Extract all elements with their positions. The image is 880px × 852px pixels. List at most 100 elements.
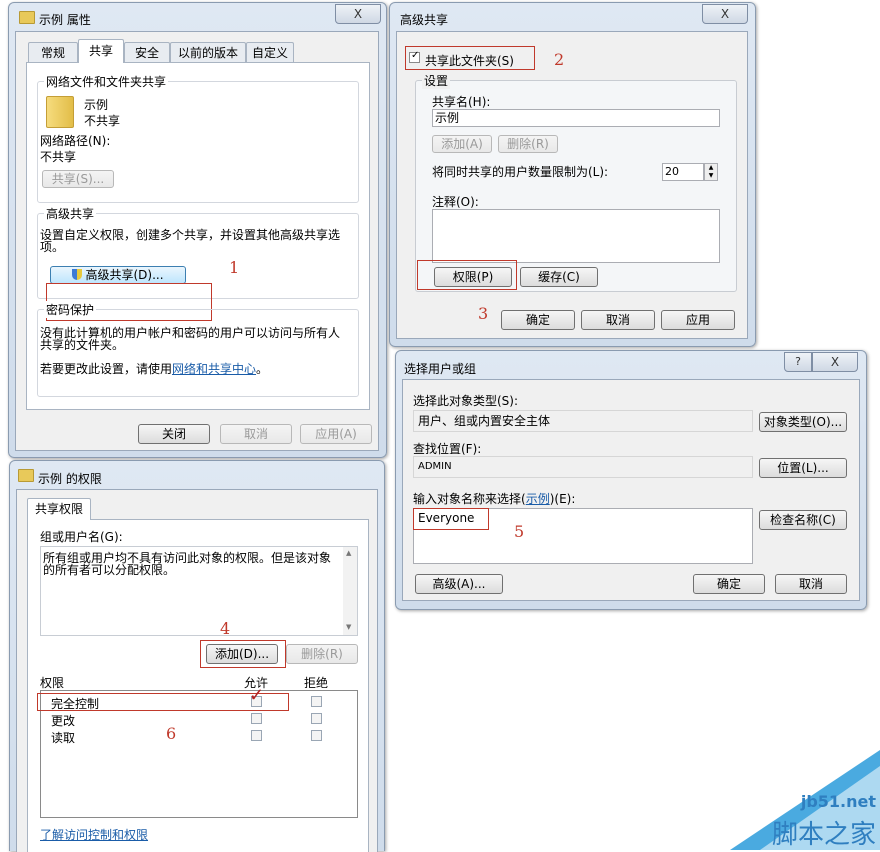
permissions-label: 权限 (40, 676, 65, 690)
remove-share-button[interactable]: 删除(R) (498, 135, 558, 153)
folder-large-icon (46, 96, 74, 128)
network-path-value: 不共享 (40, 150, 77, 164)
arrow-down-icon: ▼ (708, 172, 714, 179)
location-field: ADMIN (413, 456, 753, 478)
deny-read-checkbox[interactable] (311, 730, 322, 741)
enter-names-label: 输入对象名称来选择(示例)(E): (413, 490, 575, 507)
share-folder-label: 共享此文件夹(S) (425, 54, 514, 68)
advanced-description-2: 项。 (40, 240, 65, 254)
advanced-sharing-label: 高级共享(D)... (85, 268, 164, 282)
access-control-help-link[interactable]: 了解访问控制和权限 (40, 826, 148, 843)
perm-row-full-control: 完全控制 (51, 697, 100, 711)
group-label: 设置 (422, 72, 451, 89)
select-users-window: 选择用户或组 ? X 选择此对象类型(S): 用户、组或内置安全主体 对象类型(… (395, 350, 867, 610)
add-share-button[interactable]: 添加(A) (432, 135, 492, 153)
network-center-link[interactable]: 网络和共享中心 (172, 362, 256, 376)
object-types-button[interactable]: 对象类型(O)... (759, 412, 847, 432)
add-user-button[interactable]: 添加(D)... (206, 644, 278, 664)
window-title: 选择用户或组 (404, 362, 477, 376)
advanced-sharing-button[interactable]: 高级共享(D)... (50, 266, 186, 284)
password-protection-group: 密码保护 没有此计算机的用户帐户和密码的用户可以访问与所有人 共享的文件夹。 若… (37, 301, 359, 397)
cache-button[interactable]: 缓存(C) (520, 267, 598, 287)
ok-button[interactable]: 确定 (693, 574, 765, 594)
allow-read-checkbox[interactable] (251, 730, 262, 741)
advanced-client: ✓ 共享此文件夹(S) 设置 共享名(H): 示例 添加(A) 删除(R) 将同… (396, 31, 748, 339)
enter-names-suffix: )(E): (549, 492, 576, 506)
share-name-input[interactable]: 示例 (432, 109, 720, 127)
watermark-domain: jb51.net (800, 792, 876, 811)
properties-client: 常规 共享 安全 以前的版本 自定义 网络文件和文件夹共享 示例 不共享 网络路… (15, 31, 379, 451)
properties-titlebar: 示例 属性 X (9, 3, 386, 33)
cancel-button[interactable]: 取消 (581, 310, 655, 330)
close-button[interactable]: X (812, 352, 858, 372)
comment-input[interactable] (432, 209, 720, 263)
close-button[interactable]: X (335, 4, 381, 24)
locations-button[interactable]: 位置(L)... (759, 458, 847, 478)
select-client: 选择此对象类型(S): 用户、组或内置安全主体 对象类型(O)... 查找位置(… (402, 379, 860, 601)
folder-icon (19, 11, 35, 24)
annotation-box-3 (417, 260, 517, 290)
close-dialog-button[interactable]: 关闭 (138, 424, 210, 444)
user-limit-label: 将同时共享的用户数量限制为(L): (432, 165, 609, 179)
share-button[interactable]: 共享(S)... (42, 170, 114, 188)
tab-general[interactable]: 常规 (28, 42, 78, 62)
properties-window: 示例 属性 X 常规 共享 安全 以前的版本 自定义 网络文件和文件夹共享 示例… (8, 2, 387, 458)
help-button[interactable]: ? (784, 352, 812, 372)
remove-user-button[interactable]: 删除(R) (286, 644, 358, 664)
close-icon: X (830, 355, 840, 369)
apply-button[interactable]: 应用 (661, 310, 735, 330)
password-text-3: 若要更改此设置，请使用网络和共享中心。 (40, 360, 268, 377)
list-scrollbar[interactable]: ▲ ▼ (343, 547, 357, 635)
arrow-up-icon: ▲ (708, 164, 714, 171)
help-icon: ? (795, 355, 801, 368)
advanced-description: 设置自定义权限，创建多个共享，并设置其他高级共享选 (40, 228, 341, 242)
annotation-1: 1 (229, 258, 240, 277)
advanced-button[interactable]: 高级(A)... (415, 574, 503, 594)
allow-change-checkbox[interactable] (251, 713, 262, 724)
tab-custom[interactable]: 自定义 (246, 42, 294, 62)
object-type-label: 选择此对象类型(S): (413, 394, 519, 408)
deny-change-checkbox[interactable] (311, 713, 322, 724)
cancel-button[interactable]: 取消 (775, 574, 847, 594)
share-name-label: 共享名(H): (432, 95, 491, 109)
deny-full-control-checkbox[interactable] (311, 696, 322, 707)
tab-previous-versions[interactable]: 以前的版本 (170, 42, 246, 62)
share-folder-checkbox[interactable]: ✓ (409, 50, 420, 63)
network-sharing-group: 网络文件和文件夹共享 示例 不共享 网络路径(N): 不共享 共享(S)... (37, 73, 359, 203)
permissions-list: 完全控制 ✓ 更改 读取 (37, 685, 358, 818)
ok-button[interactable]: 确定 (501, 310, 575, 330)
group-label: 高级共享 (44, 205, 97, 222)
share-permissions-panel: 组或用户名(G): 所有组或用户均不具有访问此对象的权限。但是该对象 的所有者可… (27, 519, 369, 852)
window-title: 高级共享 (400, 13, 449, 27)
user-limit-input[interactable]: 20 (662, 163, 704, 181)
tab-sharing[interactable]: 共享 (78, 39, 124, 63)
tab-share-permissions[interactable]: 共享权限 (27, 498, 91, 520)
window-title: 示例 的权限 (38, 472, 102, 486)
shield-icon (72, 269, 83, 280)
comment-label: 注释(O): (432, 195, 479, 209)
check-names-button[interactable]: 检查名称(C) (759, 510, 847, 530)
group-users-list[interactable]: 所有组或用户均不具有访问此对象的权限。但是该对象 的所有者可以分配权限。 ▲ ▼ (40, 546, 358, 636)
object-type-field: 用户、组或内置安全主体 (413, 410, 753, 432)
select-titlebar: 选择用户或组 ? X (396, 351, 866, 381)
close-button[interactable]: X (702, 4, 748, 24)
no-permission-info-2: 的所有者可以分配权限。 (43, 563, 176, 577)
annotation-5: 5 (514, 522, 525, 541)
close-icon: X (353, 7, 363, 21)
password-text-2: 共享的文件夹。 (40, 338, 125, 352)
object-type-value: 用户、组或内置安全主体 (418, 414, 551, 428)
cancel-button[interactable]: 取消 (220, 424, 292, 444)
scroll-down-icon: ▼ (346, 623, 352, 631)
tab-security[interactable]: 安全 (124, 42, 170, 62)
user-limit-spinner[interactable]: ▲ ▼ (704, 163, 718, 181)
annotation-box-5 (413, 508, 489, 530)
sharing-panel: 网络文件和文件夹共享 示例 不共享 网络路径(N): 不共享 共享(S)... … (26, 62, 370, 410)
scroll-up-icon: ▲ (346, 549, 352, 557)
examples-link[interactable]: 示例 (526, 492, 550, 506)
apply-button[interactable]: 应用(A) (300, 424, 372, 444)
advanced-titlebar: 高级共享 X (390, 3, 755, 33)
check-icon: ✓ (411, 50, 420, 61)
permissions-titlebar: 示例 的权限 (10, 461, 384, 491)
perm-row-change: 更改 (51, 714, 76, 728)
enter-names-prefix: 输入对象名称来选择( (413, 492, 526, 506)
